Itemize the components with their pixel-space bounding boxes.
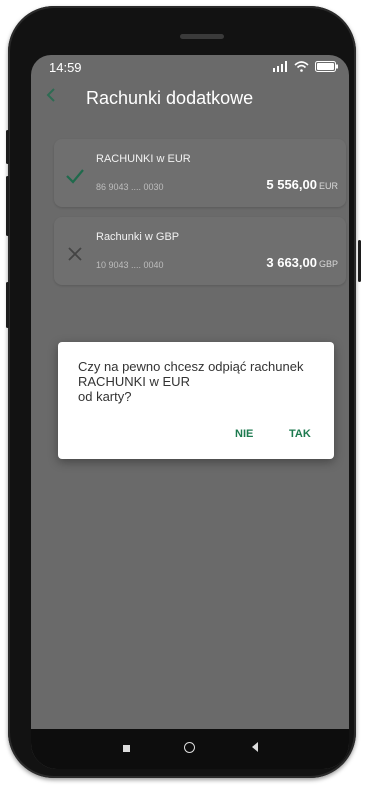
- account-number: 86 9043 .... 0030: [96, 182, 164, 192]
- yes-button[interactable]: TAK: [289, 428, 311, 440]
- volume-button-long: [6, 176, 9, 236]
- home-icon[interactable]: [184, 742, 195, 753]
- status-time: 14:59: [49, 60, 82, 75]
- back-arrow-icon[interactable]: [45, 86, 57, 109]
- status-icons: [272, 61, 339, 72]
- no-button[interactable]: NIE: [235, 428, 253, 440]
- earpiece: [180, 34, 224, 39]
- account-currency: GBP: [318, 259, 338, 269]
- battery-icon: [315, 61, 338, 72]
- power-button: [358, 240, 361, 282]
- account-name: Rachunki w GBP: [96, 231, 180, 243]
- account-card-eur[interactable]: RACHUNKI w EUR 86 9043 .... 0030 5 556,0…: [54, 139, 346, 207]
- dialog-message: Czy na pewno chcesz odpiąć rachunek RACH…: [78, 359, 318, 404]
- signal-icon: [273, 61, 287, 72]
- account-balance: 5 556,00 EUR: [266, 177, 338, 192]
- dialog-message-line: od karty?: [78, 389, 132, 404]
- dialog-message-line: Czy na pewno chcesz odpiąć rachunek: [78, 359, 304, 374]
- close-icon: [64, 243, 86, 265]
- side-button: [6, 282, 9, 328]
- back-icon[interactable]: [252, 742, 258, 752]
- system-nav-bar: [31, 729, 349, 769]
- page-title: Rachunki dodatkowe: [86, 88, 254, 108]
- confirm-dialog: Czy na pewno chcesz odpiąć rachunek RACH…: [58, 342, 334, 459]
- screen: 14:59 Rachunki dodatkowe RACHUNKI w EUR …: [31, 55, 349, 769]
- status-bar: 14:59: [31, 55, 349, 81]
- account-balance: 3 663,00 GBP: [266, 255, 338, 270]
- volume-button: [6, 130, 9, 164]
- check-icon: [64, 165, 86, 187]
- recent-apps-icon[interactable]: [123, 745, 130, 752]
- dialog-message-line: RACHUNKI w EUR: [78, 374, 190, 389]
- account-number: 10 9043 .... 0040: [96, 260, 164, 270]
- account-name: RACHUNKI w EUR: [96, 153, 191, 165]
- account-currency: EUR: [318, 181, 338, 191]
- app-bar: Rachunki dodatkowe: [31, 81, 349, 119]
- wifi-icon: [294, 61, 309, 72]
- account-card-gbp[interactable]: Rachunki w GBP 10 9043 .... 0040 3 663,0…: [54, 217, 346, 285]
